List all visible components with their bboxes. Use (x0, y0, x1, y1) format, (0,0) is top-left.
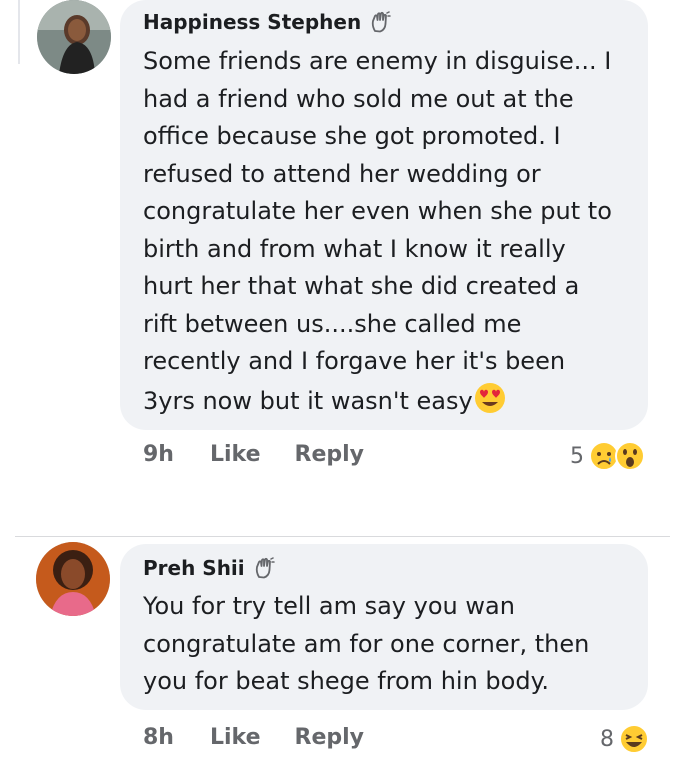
heart-eyes-emoji-icon (473, 381, 507, 415)
comment-line: congratulate her even when she put to (143, 197, 612, 225)
comment-line: rift between us....she called me (143, 309, 522, 338)
comment-line: birth and from what I know it really (143, 234, 566, 263)
comment-line: congratulate am for one corner, then (143, 629, 590, 658)
comment-author[interactable]: Preh Shii (143, 556, 275, 580)
avatar[interactable] (37, 0, 111, 74)
comment-line-text: 3yrs now but it wasn't easy (143, 386, 473, 415)
comment-time[interactable]: 8h (143, 725, 174, 750)
avatar[interactable] (36, 542, 110, 616)
like-button[interactable]: Like (210, 442, 261, 467)
wow-emoji-icon (614, 440, 646, 472)
comment-actions: 9h Like Reply (143, 442, 364, 467)
wave-icon (369, 11, 391, 33)
reply-button[interactable]: Reply (295, 725, 365, 750)
comment-actions: 8h Like Reply (143, 725, 364, 750)
comment-line: had a friend who sold me out at the (143, 84, 574, 113)
comment-line: You for try tell am say you wan (143, 592, 515, 620)
reaction-summary[interactable]: 8 (600, 723, 650, 755)
comment-divider (15, 536, 670, 537)
comment-line-last: 3yrs now but it wasn't easy (143, 381, 612, 421)
author-name[interactable]: Happiness Stephen (143, 10, 361, 34)
comment-line: recently and I forgave her it's been (143, 347, 566, 375)
reaction-count: 8 (600, 726, 614, 752)
reaction-summary[interactable]: 5 (570, 440, 646, 472)
comment-time[interactable]: 9h (143, 442, 174, 467)
wave-icon (253, 557, 275, 579)
thread-edge-line (18, 0, 20, 64)
comment-text: You for try tell am say you wan congratu… (143, 588, 589, 701)
comment-line: you for beat shege from hin body. (143, 667, 549, 695)
comment-line: hurt her that what she did created a (143, 272, 580, 300)
laugh-emoji-icon (618, 723, 650, 755)
comment-line: Some friends are enemy in disguise... I (143, 47, 612, 75)
comment-author[interactable]: Happiness Stephen (143, 10, 391, 34)
comment-line: office because she got promoted. I (143, 122, 561, 150)
like-button[interactable]: Like (210, 725, 261, 750)
reaction-count: 5 (570, 443, 584, 469)
comment-line: refused to attend her wedding or (143, 159, 541, 188)
comment-text: Some friends are enemy in disguise... I … (143, 43, 612, 420)
author-name[interactable]: Preh Shii (143, 556, 245, 580)
reply-button[interactable]: Reply (295, 442, 365, 467)
